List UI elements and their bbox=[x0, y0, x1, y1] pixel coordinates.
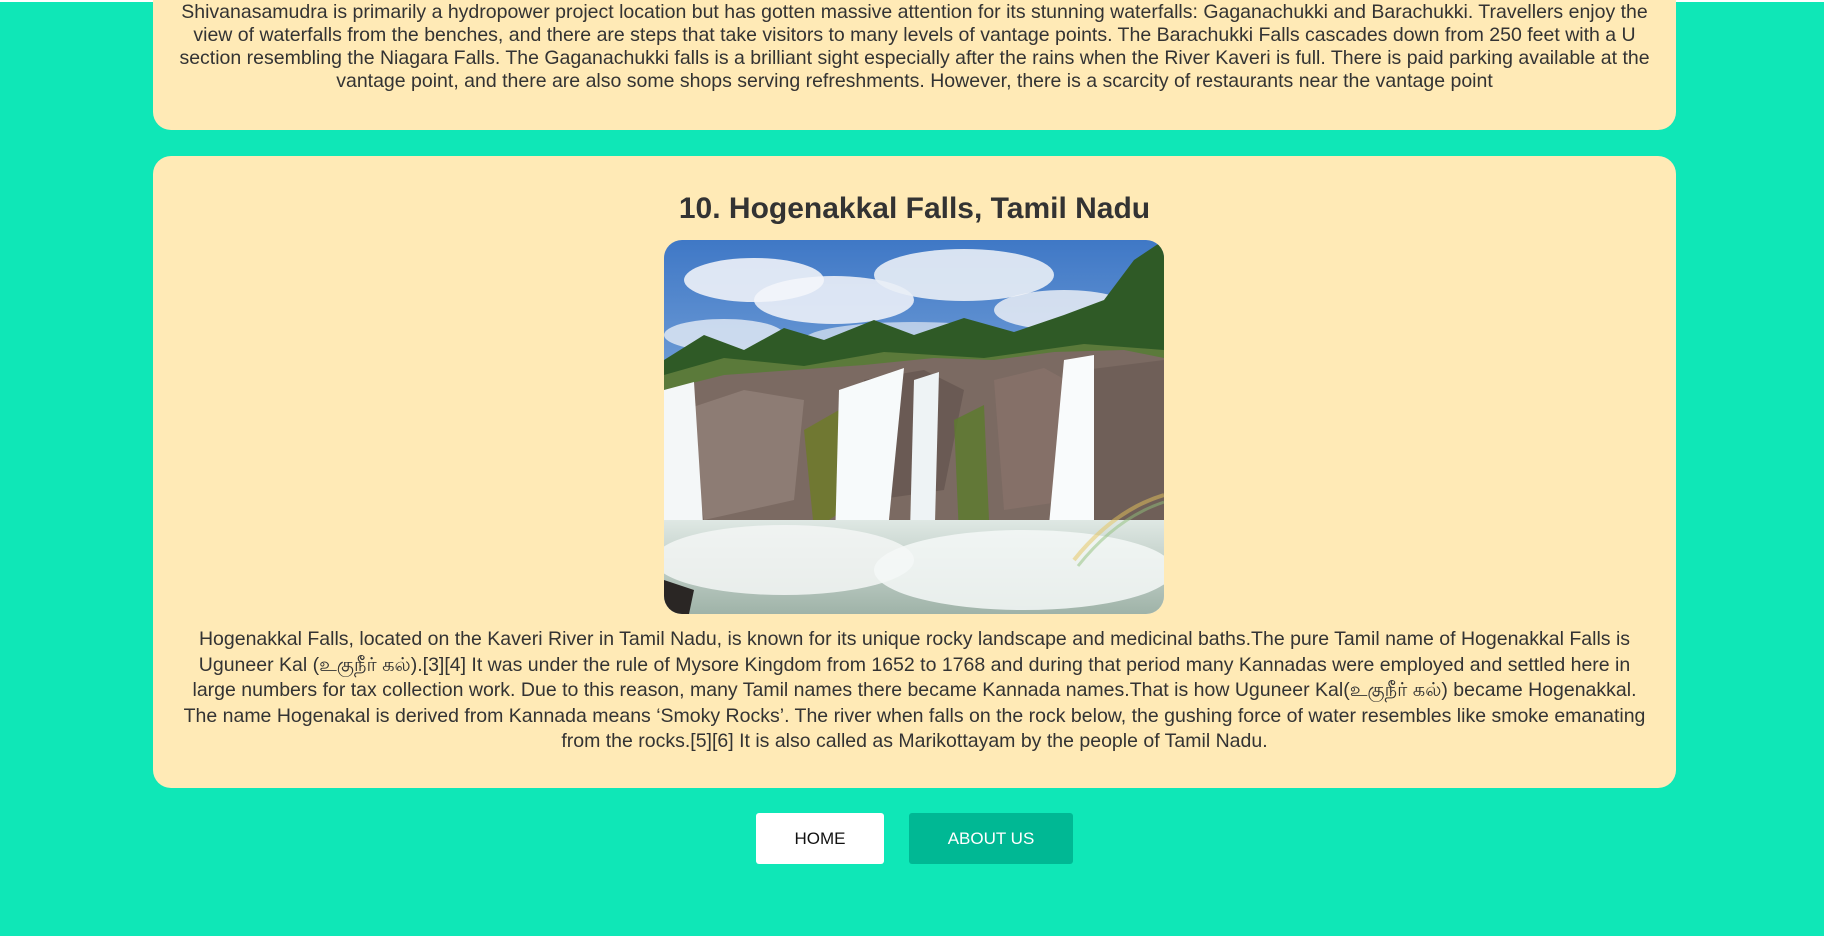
previous-section-text: Shivanasamudra is primarily a hydropower… bbox=[179, 1, 1650, 92]
about-us-button[interactable]: ABOUT US bbox=[909, 813, 1073, 864]
previous-section-card: Shivanasamudra is primarily a hydropower… bbox=[153, 0, 1676, 130]
home-button[interactable]: HOME bbox=[756, 813, 884, 864]
section-title: 10. Hogenakkal Falls, Tamil Nadu bbox=[678, 192, 1151, 225]
section-text: Hogenakkal Falls, located on the Kaveri … bbox=[183, 628, 1646, 752]
footer-nav: HOME ABOUT US bbox=[756, 813, 1073, 864]
waterfall-image bbox=[664, 240, 1164, 614]
hogenakkal-section-card: 10. Hogenakkal Falls, Tamil Nadu Hogenak… bbox=[153, 156, 1676, 788]
